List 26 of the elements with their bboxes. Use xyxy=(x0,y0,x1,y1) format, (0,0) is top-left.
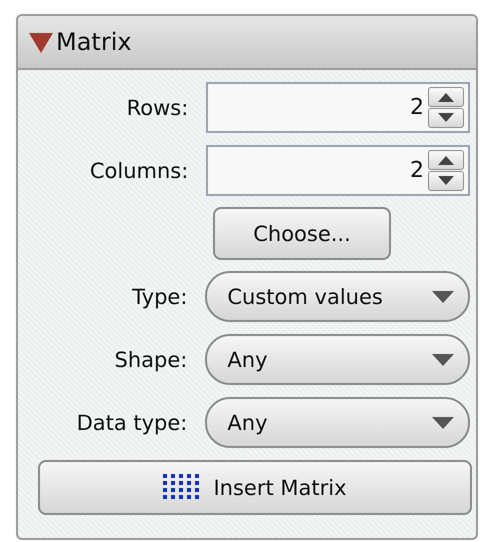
up-arrow-icon xyxy=(437,155,455,165)
dropdown-arrow-icon xyxy=(432,416,454,428)
field-label: Rows: xyxy=(126,96,190,120)
increment-button[interactable] xyxy=(428,150,464,170)
dropdown[interactable]: Any xyxy=(205,397,470,448)
field-label: Columns: xyxy=(88,158,190,182)
number-field[interactable]: 2 xyxy=(206,82,470,133)
dropdown[interactable]: Any xyxy=(205,334,470,385)
number-field[interactable]: 2 xyxy=(206,145,470,196)
insert-matrix-button[interactable]: Insert Matrix xyxy=(38,460,472,515)
dropdown[interactable]: Custom values xyxy=(205,271,470,322)
dropdown-arrow-icon xyxy=(432,354,454,366)
disclosure-triangle-icon xyxy=(28,30,54,54)
choose-button[interactable]: Choose... xyxy=(213,207,391,260)
panel-title: Matrix xyxy=(56,28,132,56)
increment-button[interactable] xyxy=(428,87,464,107)
up-arrow-icon xyxy=(437,92,455,102)
down-arrow-icon xyxy=(437,113,455,123)
field-label: Type: xyxy=(131,284,188,308)
decrement-button[interactable] xyxy=(428,108,464,128)
field-label: Shape: xyxy=(114,348,188,372)
field-label: Data type: xyxy=(76,410,188,434)
decrement-button[interactable] xyxy=(428,171,464,191)
panel-header[interactable]: Matrix xyxy=(18,16,476,70)
down-arrow-icon xyxy=(437,176,455,186)
dropdown-arrow-icon xyxy=(432,290,454,302)
